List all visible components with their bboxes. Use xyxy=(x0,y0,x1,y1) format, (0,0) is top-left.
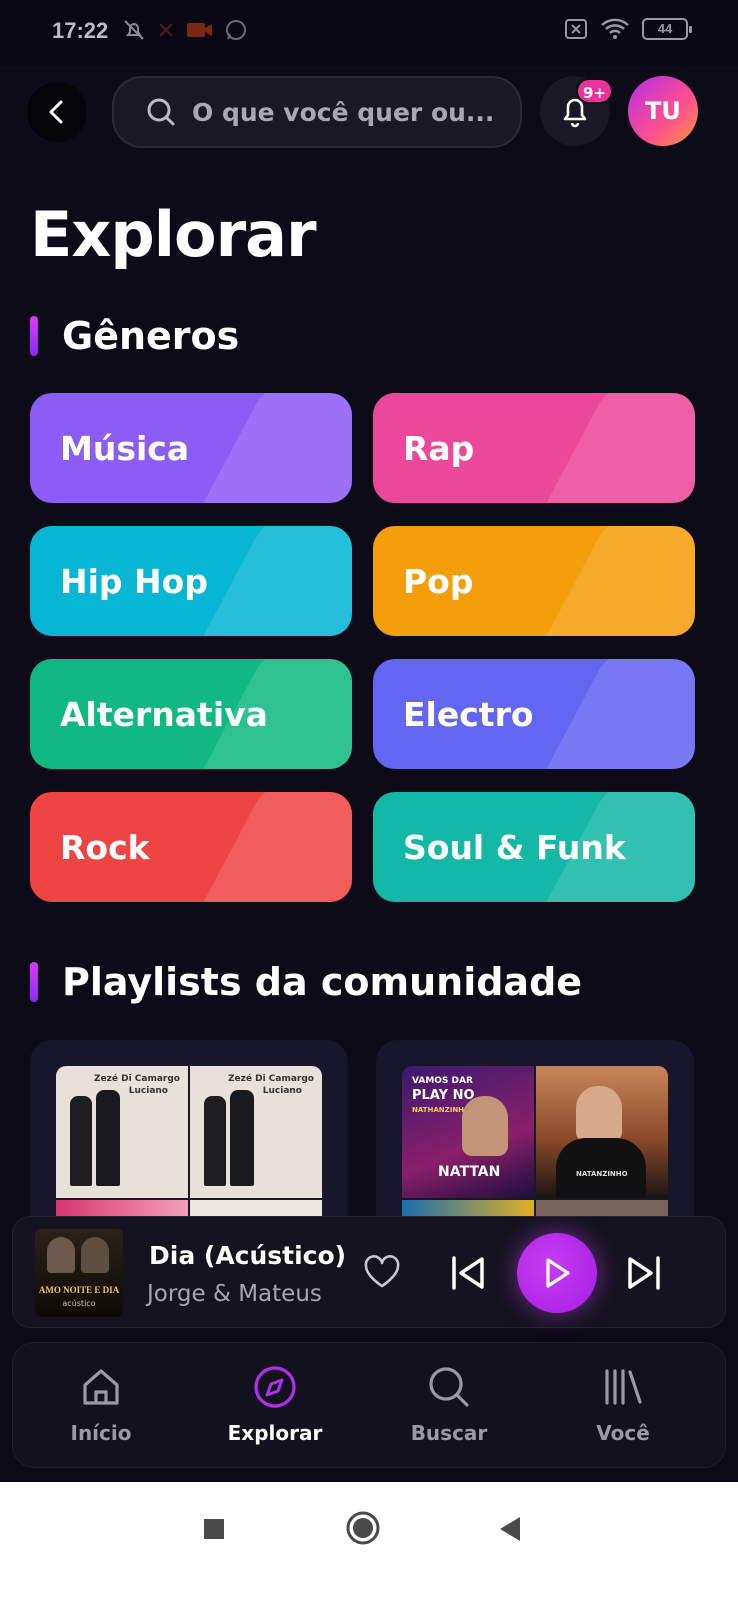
battery-icon: 44 xyxy=(642,18,692,40)
genre-card-alternativa[interactable]: Alternativa xyxy=(30,659,352,769)
recents-button[interactable] xyxy=(203,1518,225,1544)
home-button[interactable] xyxy=(345,1510,381,1550)
play-button[interactable] xyxy=(517,1233,597,1313)
wifi-icon xyxy=(601,18,629,39)
artwork-title: AMO NOITE E DIA xyxy=(38,1285,120,1295)
genre-card-hip-hop[interactable]: Hip Hop xyxy=(30,526,352,636)
section-accent-bar xyxy=(30,962,38,1002)
now-playing-artwork: AMO NOITE E DIA acústico xyxy=(35,1229,123,1317)
cover-label: Zezé Di Camargo xyxy=(228,1074,314,1084)
genre-card-rap[interactable]: Rap xyxy=(373,393,695,503)
mute-icon xyxy=(124,20,144,40)
missed-call-icon xyxy=(159,23,173,37)
genre-label: Electro xyxy=(403,694,534,734)
system-nav-bar xyxy=(0,1482,738,1600)
artwork-subtitle: acústico xyxy=(62,1299,96,1308)
chevron-left-icon xyxy=(49,100,63,124)
whatsapp-icon xyxy=(226,20,246,40)
search-icon xyxy=(147,98,175,126)
section-accent-bar xyxy=(30,316,38,356)
previous-button[interactable] xyxy=(449,1255,487,1291)
genre-label: Alternativa xyxy=(60,694,268,734)
genre-label: Soul & Funk xyxy=(403,827,626,867)
home-icon xyxy=(83,1369,119,1405)
nav-label: Você xyxy=(596,1421,650,1445)
avatar[interactable]: TU xyxy=(628,76,698,146)
genre-label: Hip Hop xyxy=(60,561,208,601)
cover-label: NATHANZINHO xyxy=(412,1106,470,1114)
nav-item-buscar[interactable]: Buscar xyxy=(379,1343,519,1469)
cover-label: PLAY NO xyxy=(412,1088,475,1103)
circle-icon xyxy=(346,1511,380,1545)
status-bar: 17:22 44 xyxy=(0,0,738,66)
cover-label: Zezé Di Camargo xyxy=(94,1074,180,1084)
nav-item-voce[interactable]: Você xyxy=(553,1343,693,1469)
search-icon xyxy=(429,1367,469,1407)
mini-player[interactable]: AMO NOITE E DIA acústico Dia (Acústico) … xyxy=(12,1216,726,1328)
nav-item-inicio[interactable]: Início xyxy=(31,1343,171,1469)
skip-next-icon xyxy=(628,1256,660,1290)
genre-card-soul-funk[interactable]: Soul & Funk xyxy=(373,792,695,902)
back-nav-button[interactable] xyxy=(498,1516,522,1546)
playlists-title: Playlists da comunidade xyxy=(62,960,583,1004)
cover-image: NATANZINHO xyxy=(536,1066,668,1198)
cover-image: Zezé Di Camargo Luciano xyxy=(56,1066,188,1198)
library-icon xyxy=(605,1369,642,1405)
cover-image: VAMOS DAR PLAY NO NATHANZINHO NATTAN xyxy=(402,1066,534,1198)
now-playing-artist: Jorge & Mateus xyxy=(147,1281,322,1307)
no-sim-icon xyxy=(565,19,587,39)
notification-badge: 9+ xyxy=(576,78,614,104)
nav-item-explorar[interactable]: Explorar xyxy=(205,1343,345,1469)
cover-image: Zezé Di Camargo Luciano xyxy=(190,1066,322,1198)
page-title: Explorar xyxy=(30,198,317,271)
avatar-initials: TU xyxy=(645,97,681,125)
now-playing-title: Dia (Acústico) xyxy=(149,1241,347,1270)
next-button[interactable] xyxy=(625,1255,663,1291)
status-icons-right: 44 xyxy=(564,18,692,40)
compass-icon xyxy=(254,1366,296,1408)
genre-card-electro[interactable]: Electro xyxy=(373,659,695,769)
cover-label: Luciano xyxy=(128,1086,168,1096)
heart-icon xyxy=(364,1255,400,1288)
square-icon xyxy=(204,1519,224,1539)
notifications-button[interactable]: 9+ xyxy=(540,76,614,146)
search-placeholder: O que você quer ou... xyxy=(192,97,495,127)
nav-label: Buscar xyxy=(410,1421,488,1445)
search-input[interactable]: O que você quer ou... xyxy=(112,76,522,148)
favorite-button[interactable] xyxy=(363,1255,401,1289)
genre-label: Música xyxy=(60,428,190,468)
genre-card-pop[interactable]: Pop xyxy=(373,526,695,636)
triangle-back-icon xyxy=(500,1517,520,1541)
cover-label: NATTAN xyxy=(438,1164,501,1180)
cover-label: NATANZINHO xyxy=(576,1170,628,1178)
genre-card-rock[interactable]: Rock xyxy=(30,792,352,902)
genre-label: Pop xyxy=(403,561,474,601)
video-icon xyxy=(187,23,212,37)
genre-label: Rock xyxy=(60,827,150,867)
playlists-section-header: Playlists da comunidade xyxy=(30,960,582,1004)
nav-label: Explorar xyxy=(227,1421,323,1445)
skip-previous-icon xyxy=(452,1256,484,1290)
status-time: 17:22 xyxy=(52,18,109,43)
bottom-nav: Início Explorar Buscar Você xyxy=(12,1342,726,1468)
genres-section-header: Gêneros xyxy=(30,314,239,358)
play-icon xyxy=(546,1258,570,1288)
nav-label: Início xyxy=(70,1421,132,1445)
genres-title: Gêneros xyxy=(62,314,240,358)
genre-label: Rap xyxy=(403,428,475,468)
status-icons-left xyxy=(122,18,248,42)
genre-card-musica[interactable]: Música xyxy=(30,393,352,503)
back-button[interactable] xyxy=(27,82,87,142)
cover-label: VAMOS DAR xyxy=(412,1076,473,1086)
cover-label: Luciano xyxy=(262,1086,302,1096)
